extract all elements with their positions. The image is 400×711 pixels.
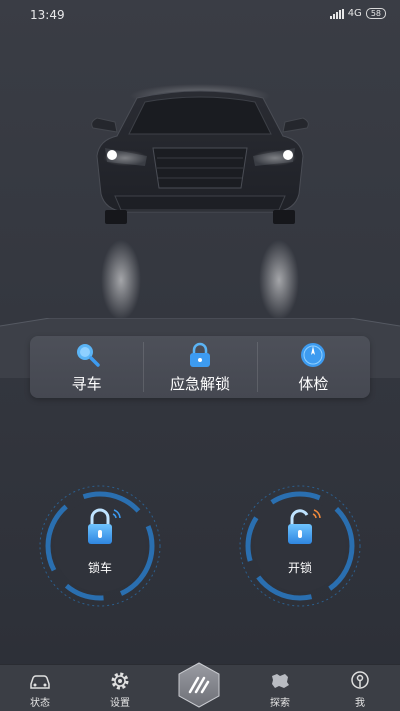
unlock-car-button[interactable]: 开锁 bbox=[236, 482, 364, 610]
nav-label-status: 状态 bbox=[30, 698, 50, 709]
nav-label-settings: 设置 bbox=[110, 698, 130, 709]
lock-car-label: 锁车 bbox=[87, 561, 112, 575]
emergency-unlock-icon bbox=[189, 342, 210, 367]
lock-icon bbox=[88, 508, 121, 544]
profile-icon bbox=[351, 671, 369, 689]
checkup-icon bbox=[301, 343, 326, 367]
network-type: 4G bbox=[347, 8, 362, 19]
emergency-unlock-label: 应急解锁 bbox=[169, 375, 230, 393]
nav-item-status[interactable]: 状态 bbox=[0, 665, 80, 711]
nav-item-settings[interactable]: 设置 bbox=[80, 665, 160, 711]
status-indicators: 4G 58 bbox=[329, 8, 386, 19]
nav-label-explore: 探索 bbox=[270, 698, 290, 709]
car-icon bbox=[30, 675, 50, 689]
car-front-icon bbox=[91, 84, 309, 320]
unlock-icon bbox=[288, 509, 321, 544]
home-logo-icon[interactable] bbox=[176, 662, 222, 708]
lock-car-button[interactable]: 锁车 bbox=[36, 482, 164, 610]
search-car-icon bbox=[76, 344, 100, 367]
car-illustration bbox=[75, 70, 325, 330]
quick-action-bar: 寻车 应急解锁 体检 bbox=[30, 336, 370, 398]
gear-icon bbox=[111, 672, 129, 690]
battery-icon: 58 bbox=[365, 8, 386, 19]
emergency-unlock-button[interactable]: 应急解锁 bbox=[143, 336, 256, 398]
find-car-label: 寻车 bbox=[71, 375, 102, 393]
signal-icon bbox=[329, 8, 344, 19]
find-car-button[interactable]: 寻车 bbox=[30, 336, 143, 398]
unlock-car-label: 开锁 bbox=[287, 561, 312, 575]
status-bar: 13:49 4G 58 bbox=[0, 0, 400, 30]
checkup-label: 体检 bbox=[298, 375, 329, 393]
nav-item-explore[interactable]: 探索 bbox=[240, 665, 320, 711]
status-time: 13:49 bbox=[30, 8, 65, 22]
nav-label-me: 我 bbox=[355, 698, 365, 709]
map-icon bbox=[272, 674, 289, 688]
nav-item-me[interactable]: 我 bbox=[320, 665, 400, 711]
checkup-button[interactable]: 体检 bbox=[256, 336, 370, 398]
